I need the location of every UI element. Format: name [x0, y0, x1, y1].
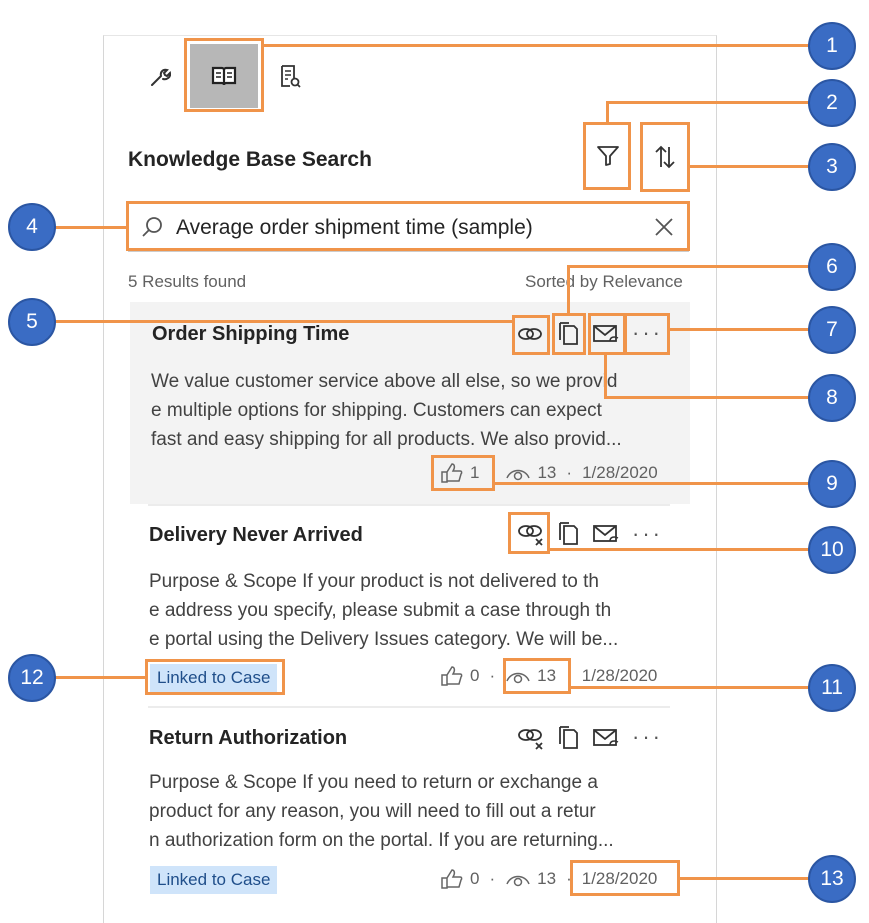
callout-badge-6: 6	[808, 243, 856, 291]
snippet-line: product for any reason, you will need to…	[149, 801, 596, 822]
email-icon[interactable]	[592, 727, 620, 749]
highlight-views	[503, 658, 571, 694]
callout-line-2	[606, 101, 809, 104]
callout-line-9	[495, 482, 809, 485]
snippet-line: n authorization form on the portal. If y…	[149, 830, 614, 851]
callout-line-5	[55, 320, 513, 323]
callout-line-7	[670, 328, 809, 331]
callout-line-3	[690, 165, 809, 168]
callout-line-12	[55, 676, 145, 679]
callout-badge-12: 12	[8, 654, 56, 702]
article-date: 1/28/2020	[581, 666, 658, 685]
highlight-like	[431, 455, 495, 491]
snippet-line: Purpose & Scope If you need to return or…	[149, 772, 598, 793]
linked-status-badge: Linked to Case	[150, 866, 278, 894]
like-count: 0	[470, 869, 480, 888]
callout-badge-4: 4	[8, 203, 56, 251]
callout-line-8	[604, 396, 809, 399]
like-count: 0	[470, 666, 480, 685]
callout-badge-11: 11	[808, 664, 856, 712]
callout-line-13	[680, 877, 809, 880]
document-search-icon	[281, 65, 301, 88]
highlight-sort	[640, 122, 690, 192]
snippet-line: We value customer service above all else…	[151, 371, 618, 392]
highlight-filter	[583, 122, 631, 190]
divider	[148, 504, 670, 506]
page-title: Knowledge Base Search	[128, 148, 372, 171]
more-options-button[interactable]: ···	[632, 724, 663, 750]
callout-line-6	[567, 265, 809, 268]
email-icon[interactable]	[592, 523, 620, 545]
divider	[148, 706, 670, 708]
callout-badge-5: 5	[8, 298, 56, 346]
highlight-tab-knowledge	[184, 38, 264, 112]
callout-line-4	[55, 226, 127, 229]
snippet-line: e address you specify, please submit a c…	[149, 600, 612, 621]
callout-line-6v	[567, 265, 570, 314]
callout-line-10	[548, 548, 809, 551]
callout-line-11	[571, 686, 809, 689]
highlight-linked-badge	[145, 659, 285, 695]
callout-badge-9: 9	[808, 460, 856, 508]
highlight-more	[624, 313, 670, 355]
article-snippet: Purpose & Scope If your product is not d…	[149, 567, 679, 654]
callout-badge-3: 3	[808, 143, 856, 191]
tab-tools[interactable]	[140, 50, 180, 104]
callout-badge-13: 13	[808, 855, 856, 903]
results-count: 5 Results found	[128, 272, 247, 291]
view-count: 13	[537, 463, 557, 482]
view-count: 13	[537, 869, 557, 888]
callout-line-2v	[606, 101, 609, 123]
unlink-icon[interactable]	[516, 725, 546, 753]
article-title[interactable]: Order Shipping Time	[152, 323, 349, 346]
snippet-line: e multiple options for shipping. Custome…	[151, 400, 602, 421]
callout-badge-7: 7	[808, 306, 856, 354]
highlight-unlink	[508, 512, 550, 554]
more-options-button[interactable]: ···	[632, 521, 663, 547]
highlight-search	[126, 201, 690, 251]
copy-icon[interactable]	[557, 520, 579, 546]
wrench-icon	[151, 68, 171, 86]
callout-line-8v	[604, 354, 607, 398]
highlight-link	[512, 315, 550, 355]
eye-icon	[506, 469, 531, 481]
thumbs-up-icon[interactable]	[440, 665, 464, 687]
article-snippet: Purpose & Scope If you need to return or…	[149, 768, 679, 855]
eye-icon	[506, 875, 530, 887]
article-snippet: We value customer service above all else…	[151, 367, 681, 454]
callout-line-1	[264, 44, 809, 47]
highlight-email	[588, 313, 626, 355]
callout-badge-8: 8	[808, 374, 856, 422]
callout-badge-2: 2	[808, 79, 856, 127]
snippet-line: e portal using the Delivery Issues categ…	[149, 629, 619, 650]
article-title[interactable]: Delivery Never Arrived	[149, 524, 363, 547]
sort-label: Sorted by Relevance	[525, 272, 683, 291]
article-title[interactable]: Return Authorization	[149, 727, 347, 750]
snippet-line: Purpose & Scope If your product is not d…	[149, 571, 599, 592]
callout-badge-1: 1	[808, 22, 856, 70]
article-date: 1/28/2020	[582, 463, 658, 482]
callout-badge-10: 10	[808, 526, 856, 574]
highlight-copy	[552, 313, 586, 355]
copy-icon[interactable]	[557, 724, 579, 750]
thumbs-up-icon[interactable]	[440, 868, 464, 890]
tab-notes[interactable]	[268, 50, 312, 104]
highlight-date	[570, 860, 680, 896]
snippet-line: fast and easy shipping for all products.…	[151, 429, 622, 450]
